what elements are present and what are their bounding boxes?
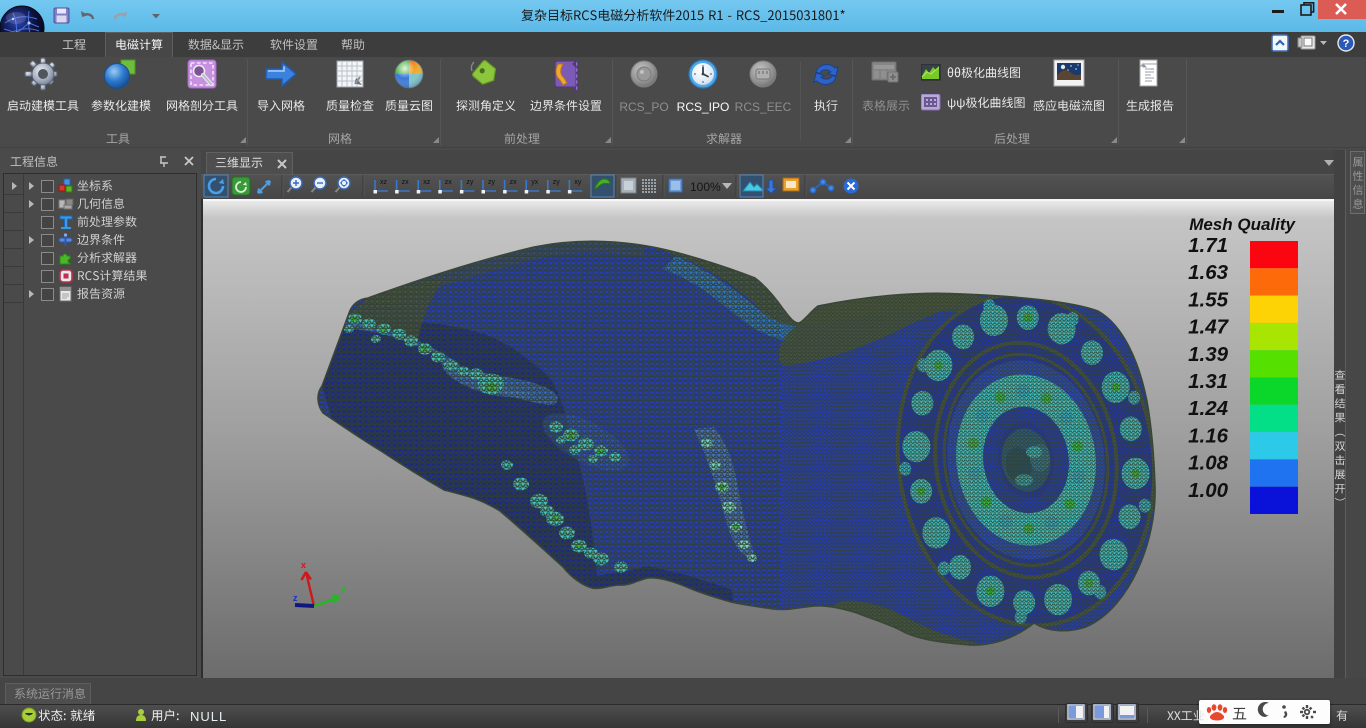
svg-text:1.71: 1.71 [1188,234,1228,257]
svg-text:y: y [341,584,346,594]
svg-text:1.00: 1.00 [1188,479,1228,502]
svg-text:x: x [301,560,306,570]
svg-text:zx: zx [510,179,517,186]
svg-text:zy: zy [466,179,474,186]
svg-text:z: z [293,593,298,603]
svg-text:xz: xz [380,179,388,186]
svg-text:1.63: 1.63 [1188,261,1228,284]
svg-text:xy: xy [574,179,582,186]
svg-text:yx: yx [531,179,539,186]
svg-text:1.55: 1.55 [1188,288,1228,311]
svg-text:1.24: 1.24 [1188,397,1228,420]
svg-text:1.16: 1.16 [1188,424,1228,447]
svg-text:?: ? [1343,38,1350,50]
svg-text:1.08: 1.08 [1188,452,1228,475]
svg-text:zx: zx [402,179,410,186]
svg-text:zy: zy [553,179,561,186]
svg-text:1.39: 1.39 [1188,343,1228,366]
svg-text:1.31: 1.31 [1188,370,1228,393]
svg-text:xz: xz [423,179,431,186]
svg-text:Mesh Quality: Mesh Quality [1189,215,1296,234]
svg-text:zy: zy [488,179,496,186]
svg-text:1.47: 1.47 [1188,316,1229,339]
svg-text:zx: zx [445,179,453,186]
